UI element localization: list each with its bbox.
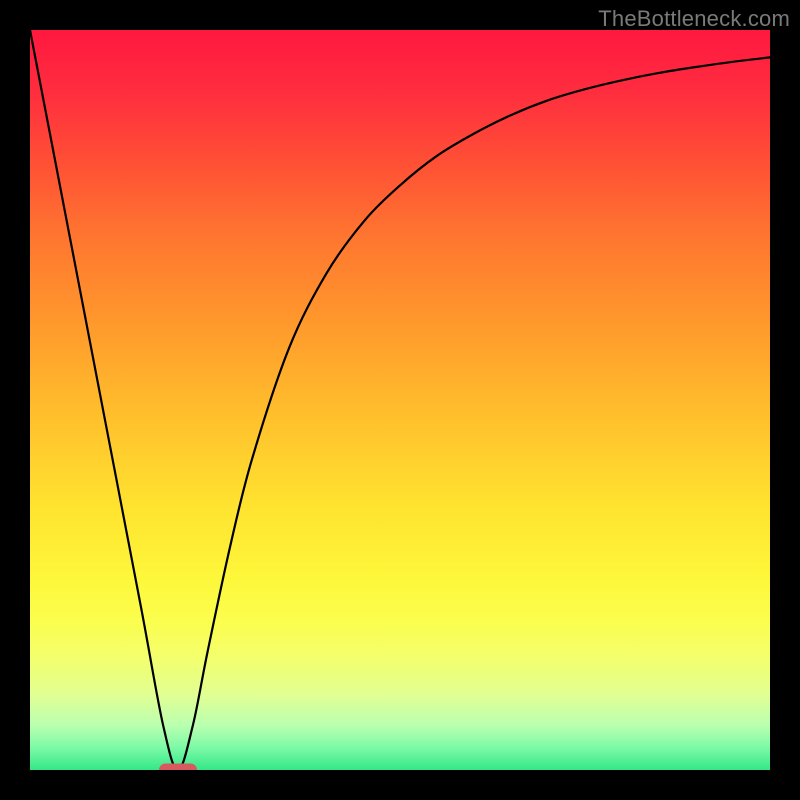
watermark-text: TheBottleneck.com — [598, 6, 790, 32]
chart-frame: TheBottleneck.com — [0, 0, 800, 800]
optimal-point-marker — [159, 764, 197, 771]
bottleneck-curve — [30, 30, 770, 770]
curve-layer — [30, 30, 770, 770]
plot-area — [30, 30, 770, 770]
